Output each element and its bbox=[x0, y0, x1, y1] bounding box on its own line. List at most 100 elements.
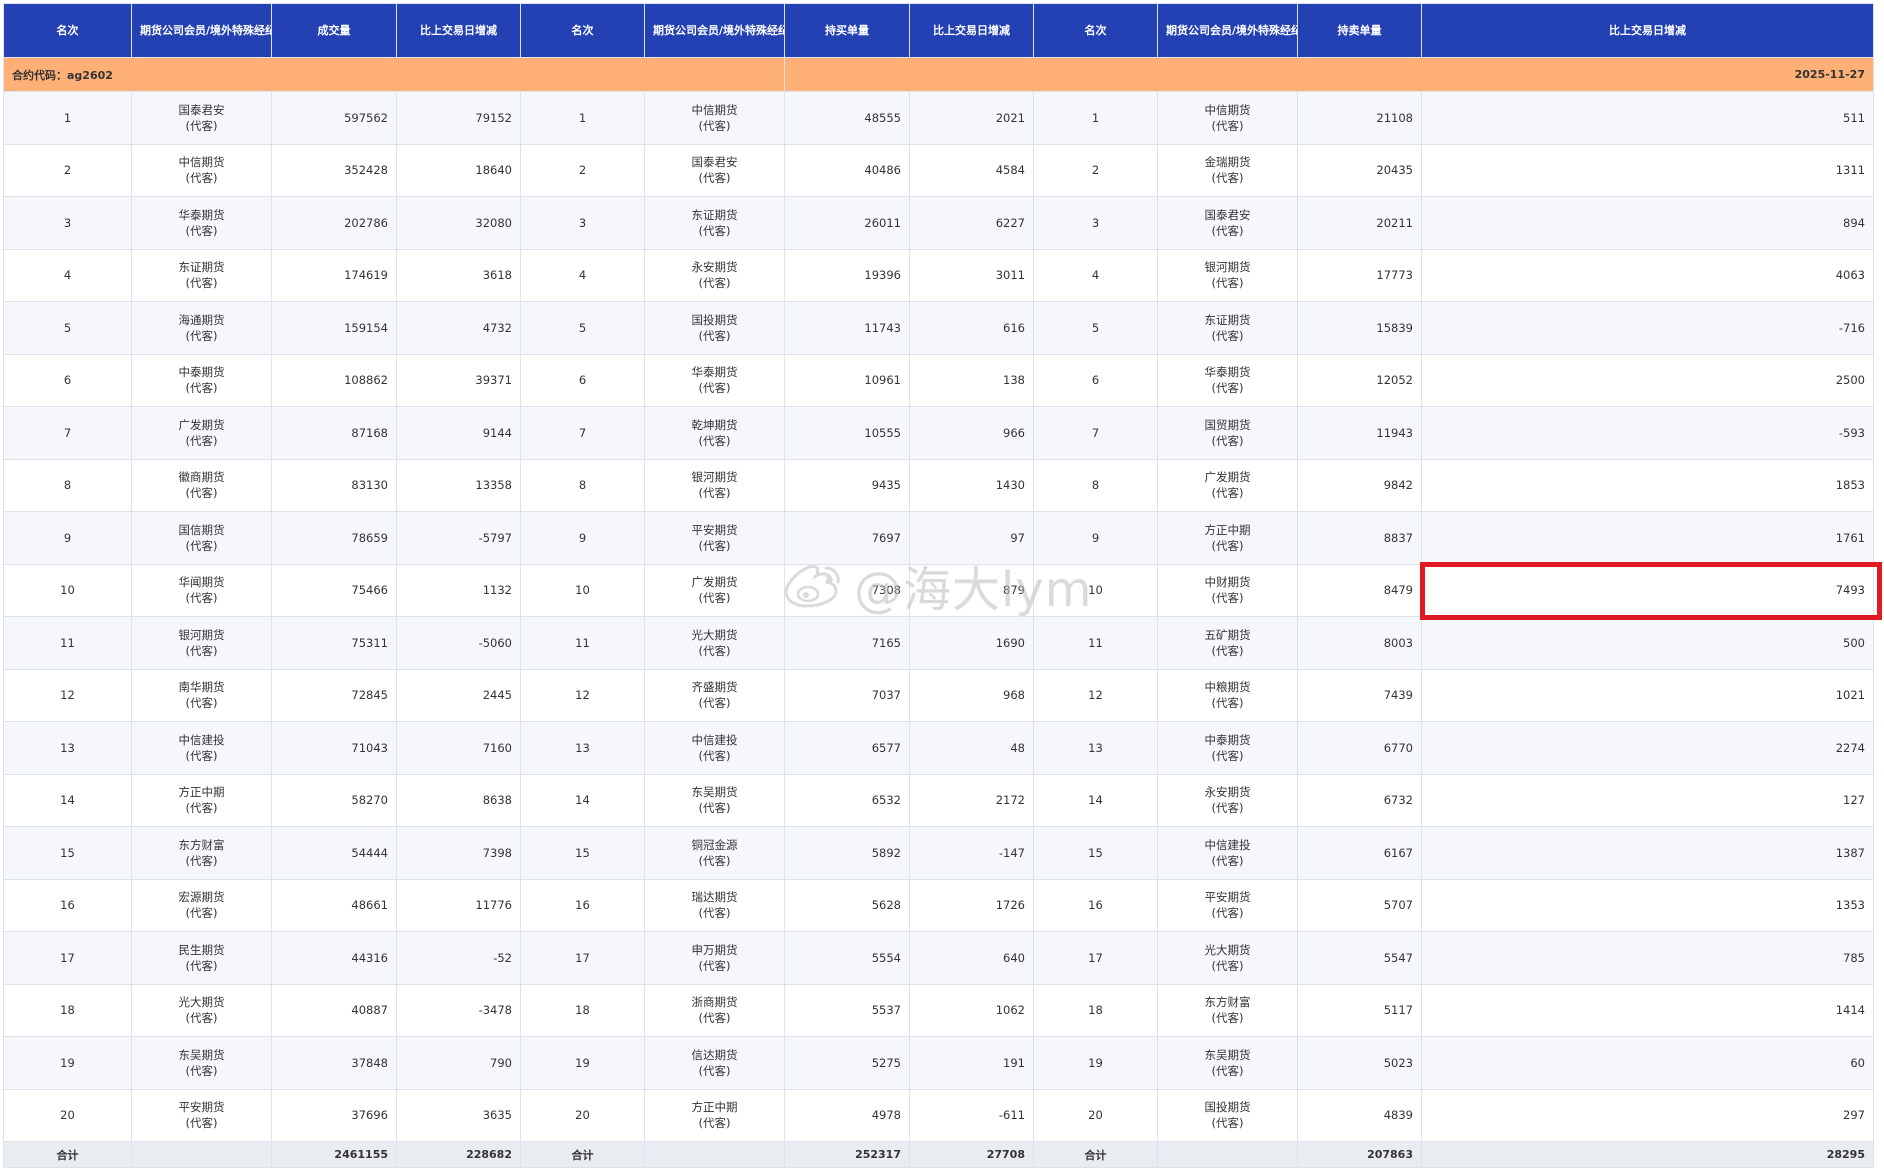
client-tag: (代客) bbox=[698, 696, 731, 711]
total-label-short: 合计 bbox=[1033, 1141, 1158, 1168]
short-member-cell[interactable]: 华泰期货 (代客) bbox=[1157, 353, 1298, 407]
member-name: 申万期货 bbox=[691, 942, 738, 957]
volume-member-cell[interactable]: 海通期货 (代客) bbox=[131, 301, 272, 355]
long-change-cell: 616 bbox=[909, 301, 1034, 355]
header-rank-long[interactable]: 名次 bbox=[520, 3, 645, 58]
volume-member-cell[interactable]: 东方财富 (代客) bbox=[131, 826, 272, 880]
short-member-cell[interactable]: 金瑞期货 (代客) bbox=[1157, 143, 1298, 197]
volume-member-cell[interactable]: 国泰君安 (代客) bbox=[131, 91, 272, 145]
member-name: 方正中期 bbox=[178, 785, 225, 800]
rank-cell: 6 bbox=[3, 353, 132, 407]
client-tag: (代客) bbox=[1211, 696, 1244, 711]
short-member-cell[interactable]: 平安期货 (代客) bbox=[1157, 878, 1298, 932]
long-member-cell[interactable]: 国泰君安 (代客) bbox=[644, 143, 785, 197]
long-member-cell[interactable]: 中信建投 (代客) bbox=[644, 721, 785, 775]
header-short-oi[interactable]: 持卖单量 bbox=[1297, 3, 1422, 58]
header-volume[interactable]: 成交量 bbox=[271, 3, 397, 58]
short-member-cell[interactable]: 东证期货 (代客) bbox=[1157, 301, 1298, 355]
volume-member-cell[interactable]: 华闻期货 (代客) bbox=[131, 563, 272, 617]
member-name: 徽商期货 bbox=[178, 470, 225, 485]
volume-member-cell[interactable]: 中信期货 (代客) bbox=[131, 143, 272, 197]
client-tag: (代客) bbox=[185, 958, 218, 973]
short-member-cell[interactable]: 中信建投 (代客) bbox=[1157, 826, 1298, 880]
long-member-cell[interactable]: 国投期货 (代客) bbox=[644, 301, 785, 355]
short-oi-cell: 20435 bbox=[1297, 143, 1422, 197]
long-member-cell[interactable]: 方正中期 (代客) bbox=[644, 1088, 785, 1142]
volume-member-cell[interactable]: 宏源期货 (代客) bbox=[131, 878, 272, 932]
header-rank-volume[interactable]: 名次 bbox=[3, 3, 132, 58]
long-member-cell[interactable]: 东吴期货 (代客) bbox=[644, 773, 785, 827]
short-member-cell[interactable]: 银河期货 (代客) bbox=[1157, 248, 1298, 302]
volume-member-cell[interactable]: 光大期货 (代客) bbox=[131, 983, 272, 1037]
volume-member-cell[interactable]: 徽商期货 (代客) bbox=[131, 458, 272, 512]
volume-change-cell: -5060 bbox=[396, 616, 521, 670]
volume-member-cell[interactable]: 平安期货 (代客) bbox=[131, 1088, 272, 1142]
header-rank-short[interactable]: 名次 bbox=[1033, 3, 1158, 58]
short-member-cell[interactable]: 东方财富 (代客) bbox=[1157, 983, 1298, 1037]
rank-cell: 15 bbox=[1033, 826, 1158, 880]
total-short-change: 28295 bbox=[1421, 1141, 1874, 1168]
long-member-cell[interactable]: 铜冠金源 (代客) bbox=[644, 826, 785, 880]
header-short-change[interactable]: 比上交易日增减 bbox=[1421, 3, 1874, 58]
volume-member-cell[interactable]: 国信期货 (代客) bbox=[131, 511, 272, 565]
long-member-cell[interactable]: 信达期货 (代客) bbox=[644, 1036, 785, 1090]
client-tag: (代客) bbox=[698, 748, 731, 763]
long-member-cell[interactable]: 平安期货 (代客) bbox=[644, 511, 785, 565]
long-member-cell[interactable]: 东证期货 (代客) bbox=[644, 196, 785, 250]
client-tag: (代客) bbox=[698, 1011, 731, 1026]
long-oi-cell: 5892 bbox=[784, 826, 910, 880]
rank-cell: 11 bbox=[520, 616, 645, 670]
volume-member-cell[interactable]: 方正中期 (代客) bbox=[131, 773, 272, 827]
rank-cell: 14 bbox=[3, 773, 132, 827]
long-member-cell[interactable]: 光大期货 (代客) bbox=[644, 616, 785, 670]
volume-member-cell[interactable]: 银河期货 (代客) bbox=[131, 616, 272, 670]
volume-member-cell[interactable]: 民生期货 (代客) bbox=[131, 931, 272, 985]
volume-change-cell: 790 bbox=[396, 1036, 521, 1090]
header-member-short[interactable]: 期货公司会员/境外特殊经纪参与者简称 bbox=[1157, 3, 1298, 58]
header-member-volume[interactable]: 期货公司会员/境外特殊经纪参与者简称 bbox=[131, 3, 272, 58]
long-member-cell[interactable]: 永安期货 (代客) bbox=[644, 248, 785, 302]
short-member-cell[interactable]: 国投期货 (代客) bbox=[1157, 1088, 1298, 1142]
header-member-long[interactable]: 期货公司会员/境外特殊经纪参与者简称 bbox=[644, 3, 785, 58]
header-volume-change[interactable]: 比上交易日增减 bbox=[396, 3, 521, 58]
client-tag: (代客) bbox=[185, 1116, 218, 1131]
rank-cell: 2 bbox=[520, 143, 645, 197]
long-member-cell[interactable]: 浙商期货 (代客) bbox=[644, 983, 785, 1037]
long-member-cell[interactable]: 银河期货 (代客) bbox=[644, 458, 785, 512]
rank-cell: 17 bbox=[3, 931, 132, 985]
volume-member-cell[interactable]: 华泰期货 (代客) bbox=[131, 196, 272, 250]
long-member-cell[interactable]: 齐盛期货 (代客) bbox=[644, 668, 785, 722]
volume-member-cell[interactable]: 广发期货 (代客) bbox=[131, 406, 272, 460]
long-oi-cell: 9435 bbox=[784, 458, 910, 512]
short-member-cell[interactable]: 国贸期货 (代客) bbox=[1157, 406, 1298, 460]
short-member-cell[interactable]: 东吴期货 (代客) bbox=[1157, 1036, 1298, 1090]
long-member-cell[interactable]: 中信期货 (代客) bbox=[644, 91, 785, 145]
short-member-cell[interactable]: 中财期货 (代客) bbox=[1157, 563, 1298, 617]
member-name: 中信期货 bbox=[691, 102, 738, 117]
header-long-oi[interactable]: 持买单量 bbox=[784, 3, 910, 58]
short-member-cell[interactable]: 光大期货 (代客) bbox=[1157, 931, 1298, 985]
member-name: 银河期货 bbox=[178, 627, 225, 642]
short-member-cell[interactable]: 方正中期 (代客) bbox=[1157, 511, 1298, 565]
long-member-cell[interactable]: 瑞达期货 (代客) bbox=[644, 878, 785, 932]
header-long-change[interactable]: 比上交易日增减 bbox=[909, 3, 1034, 58]
short-member-cell[interactable]: 国泰君安 (代客) bbox=[1157, 196, 1298, 250]
short-member-cell[interactable]: 五矿期货 (代客) bbox=[1157, 616, 1298, 670]
short-member-cell[interactable]: 中信期货 (代客) bbox=[1157, 91, 1298, 145]
client-tag: (代客) bbox=[185, 696, 218, 711]
volume-member-cell[interactable]: 中信建投 (代客) bbox=[131, 721, 272, 775]
long-member-cell[interactable]: 乾坤期货 (代客) bbox=[644, 406, 785, 460]
short-member-cell[interactable]: 广发期货 (代客) bbox=[1157, 458, 1298, 512]
long-member-cell[interactable]: 广发期货 (代客) bbox=[644, 563, 785, 617]
short-member-cell[interactable]: 中泰期货 (代客) bbox=[1157, 721, 1298, 775]
volume-member-cell[interactable]: 东证期货 (代客) bbox=[131, 248, 272, 302]
long-member-cell[interactable]: 华泰期货 (代客) bbox=[644, 353, 785, 407]
volume-member-cell[interactable]: 南华期货 (代客) bbox=[131, 668, 272, 722]
short-member-cell[interactable]: 中粮期货 (代客) bbox=[1157, 668, 1298, 722]
volume-member-cell[interactable]: 中泰期货 (代客) bbox=[131, 353, 272, 407]
long-oi-cell: 6532 bbox=[784, 773, 910, 827]
rank-cell: 12 bbox=[1033, 668, 1158, 722]
long-member-cell[interactable]: 申万期货 (代客) bbox=[644, 931, 785, 985]
volume-member-cell[interactable]: 东吴期货 (代客) bbox=[131, 1036, 272, 1090]
short-member-cell[interactable]: 永安期货 (代客) bbox=[1157, 773, 1298, 827]
